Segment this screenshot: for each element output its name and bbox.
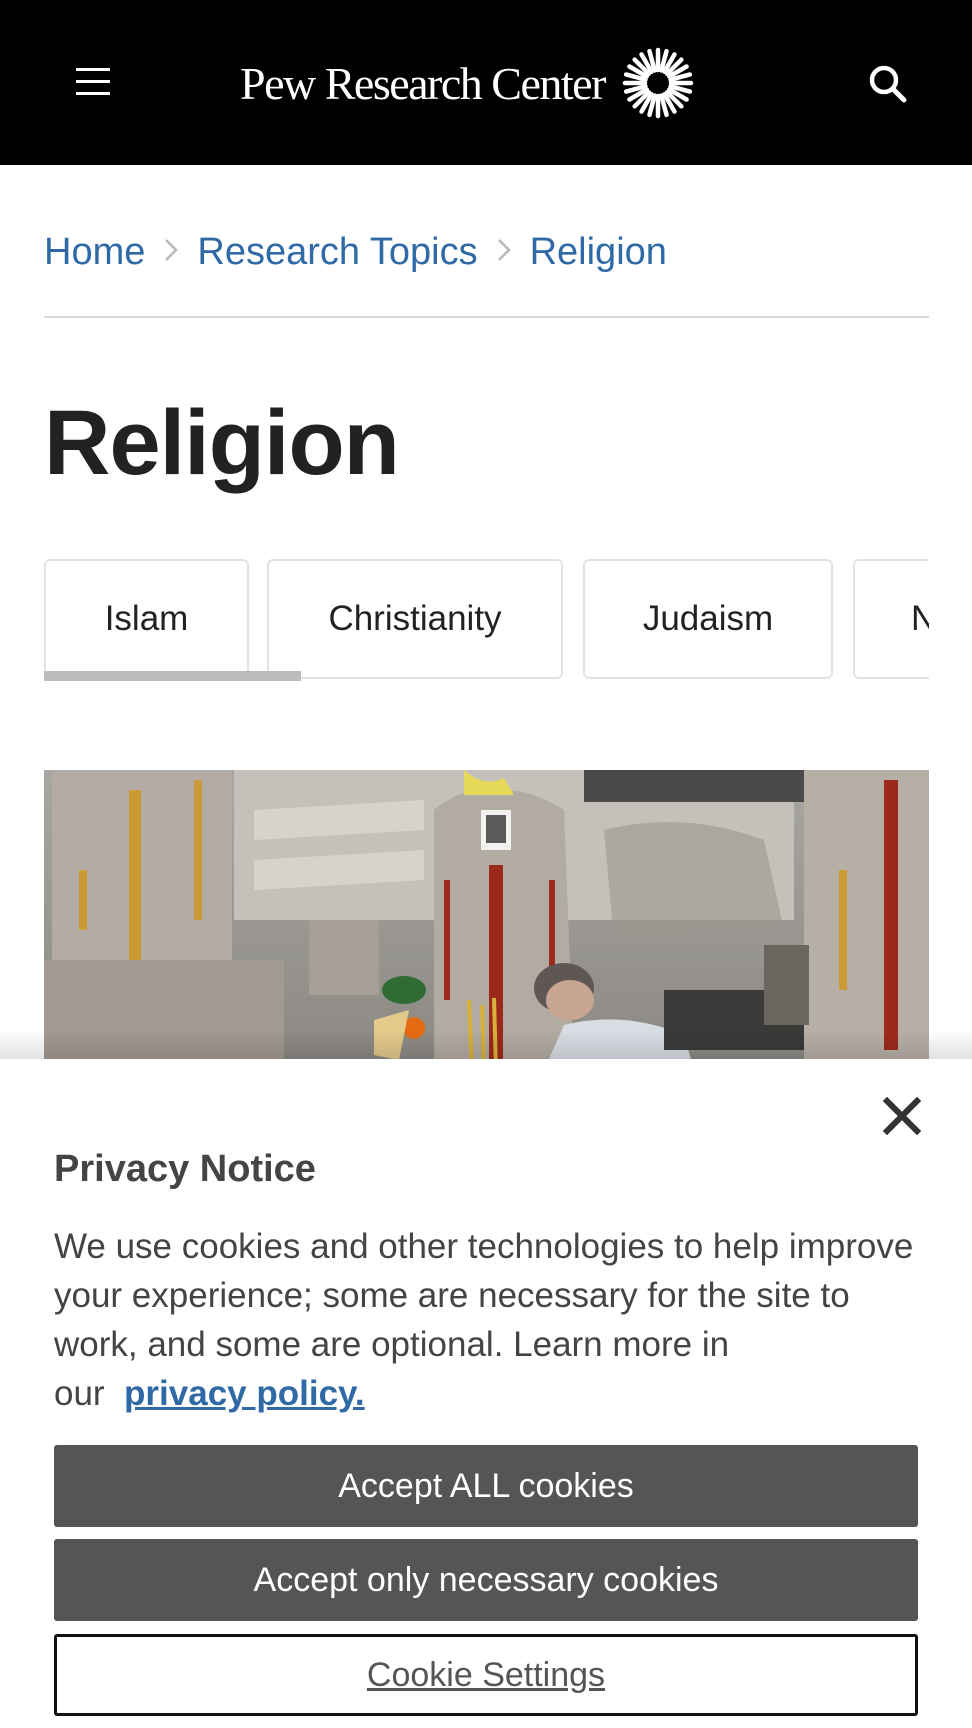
tab-islam[interactable]: Islam — [44, 559, 249, 679]
close-icon[interactable] — [880, 1094, 924, 1138]
accept-necessary-cookies-button[interactable]: Accept only necessary cookies — [54, 1539, 918, 1621]
pew-logo[interactable]: Pew Research Center — [240, 47, 695, 119]
sunburst-logo-icon — [622, 47, 694, 119]
cemetery-illustration — [44, 770, 929, 1070]
search-icon[interactable] — [864, 60, 912, 108]
page-title: Religion — [44, 392, 400, 494]
breadcrumb-religion[interactable]: Religion — [530, 231, 667, 274]
tab-christianity[interactable]: Christianity — [267, 559, 563, 679]
privacy-notice-title: Privacy Notice — [54, 1148, 316, 1190]
chevron-right-icon — [478, 231, 530, 274]
privacy-policy-link[interactable]: privacy policy. — [124, 1374, 365, 1413]
logo-text: Pew Research Center — [240, 57, 606, 109]
breadcrumb: Home Research Topics Religion — [44, 222, 667, 282]
hero-image — [44, 770, 929, 1070]
site-header: Pew Research Center — [0, 0, 972, 165]
cookie-settings-button[interactable]: Cookie Settings — [54, 1634, 918, 1716]
tab-judaism[interactable]: Judaism — [583, 559, 833, 679]
cookie-overlay-shadow — [0, 1030, 972, 1060]
breadcrumb-home[interactable]: Home — [44, 231, 145, 274]
breadcrumb-divider — [44, 316, 929, 318]
tab-partial[interactable]: N — [853, 559, 929, 679]
tabs-scroll-fill — [44, 671, 301, 681]
accept-all-cookies-button[interactable]: Accept ALL cookies — [54, 1445, 918, 1527]
chevron-right-icon — [145, 231, 197, 274]
breadcrumb-research-topics[interactable]: Research Topics — [197, 231, 477, 274]
hamburger-menu-icon[interactable] — [72, 64, 116, 100]
topic-tabs: Islam Christianity Judaism N — [44, 559, 929, 683]
tabs-scroll-indicator[interactable] — [44, 671, 929, 681]
privacy-notice-body: We use cookies and other technologies to… — [54, 1222, 924, 1418]
